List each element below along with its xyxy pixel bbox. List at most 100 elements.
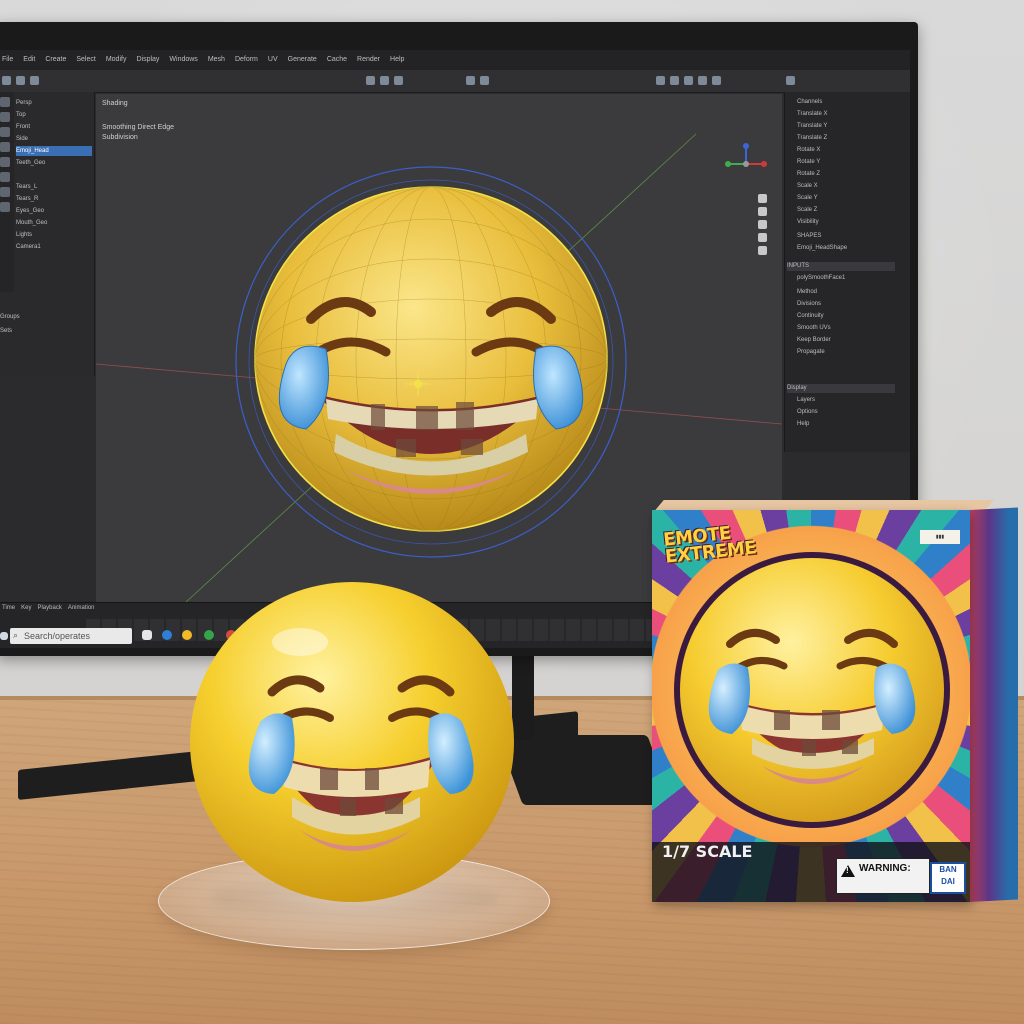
- outliner-item[interactable]: Tears_R: [16, 194, 92, 204]
- layer-tab[interactable]: Help: [797, 420, 905, 429]
- menu-display[interactable]: Display: [136, 56, 159, 63]
- snap-grid-icon[interactable]: [366, 76, 375, 85]
- viewport-side-tools: [758, 194, 768, 259]
- channel-row[interactable]: Scale Y: [797, 194, 905, 203]
- outliner-item[interactable]: Persp: [16, 98, 92, 108]
- outliner-panel: Persp Top Front Side Emoji_Head Teeth_Ge…: [0, 92, 95, 376]
- menu-deform[interactable]: Deform: [235, 56, 258, 63]
- channel-row[interactable]: Emoji_HeadShape: [797, 244, 905, 253]
- zoom-icon[interactable]: [758, 207, 767, 216]
- menu-select[interactable]: Select: [76, 56, 95, 63]
- box-scale-label: 1/7 SCALE: [662, 842, 753, 861]
- channel-row[interactable]: Propagate: [797, 348, 905, 357]
- select-icon[interactable]: [0, 97, 10, 107]
- app-toolbar: [0, 70, 910, 93]
- camera-icon[interactable]: [656, 76, 665, 85]
- menu-file[interactable]: File: [2, 56, 13, 63]
- select-tool-icon[interactable]: [2, 76, 11, 85]
- snap-point-icon[interactable]: [394, 76, 403, 85]
- search-icon: ⌕: [13, 630, 19, 640]
- layer-tab[interactable]: Layers: [797, 396, 905, 405]
- timeline-labels: Time Key Playback Animation: [2, 605, 95, 611]
- box-side-face: [970, 507, 1018, 902]
- menu-render[interactable]: Render: [357, 56, 380, 63]
- channel-row[interactable]: Smooth UVs: [797, 324, 905, 333]
- browser-icon[interactable]: [162, 630, 172, 640]
- windows-logo-icon[interactable]: [0, 632, 8, 640]
- taskbar-search-input[interactable]: ⌕ Search/operates: [10, 628, 132, 644]
- outliner-item[interactable]: Teeth_Geo: [16, 158, 92, 168]
- layer-tab[interactable]: Display: [787, 384, 895, 393]
- move-tool-icon[interactable]: [16, 76, 25, 85]
- channel-row[interactable]: polySmoothFace1: [797, 274, 905, 283]
- outliner-item[interactable]: Sets: [0, 326, 76, 336]
- attribute-editor-panel: Channels Translate X Translate Y Transla…: [784, 92, 910, 452]
- outliner-item-selected[interactable]: Emoji_Head: [16, 146, 92, 156]
- app-menubar: File Edit Create Select Modify Display W…: [0, 50, 910, 70]
- menu-help[interactable]: Help: [390, 56, 404, 63]
- channel-row[interactable]: Translate X: [797, 110, 905, 119]
- menu-windows[interactable]: Windows: [169, 56, 197, 63]
- channel-row[interactable]: Rotate Z: [797, 170, 905, 179]
- outliner-item[interactable]: Top: [16, 110, 92, 120]
- menu-edit[interactable]: Edit: [23, 56, 35, 63]
- scale-icon[interactable]: [0, 172, 10, 182]
- rotate-icon[interactable]: [0, 157, 10, 167]
- outliner-item[interactable]: Side: [16, 134, 92, 144]
- pan-icon[interactable]: [758, 220, 767, 229]
- panel-layout-icon[interactable]: [786, 76, 795, 85]
- channel-row[interactable]: Scale X: [797, 182, 905, 191]
- lasso-icon[interactable]: [0, 112, 10, 122]
- box-corner-tag: ▮▮▮: [920, 530, 960, 544]
- channel-row[interactable]: Visibility: [797, 218, 905, 227]
- channel-section: SHAPES: [797, 233, 822, 239]
- outliner-item[interactable]: Eyes_Geo: [16, 206, 92, 216]
- outliner-item[interactable]: Mouth_Geo: [16, 218, 92, 228]
- channel-row[interactable]: Keep Border: [797, 336, 905, 345]
- render-icon[interactable]: [466, 76, 475, 85]
- menu-uv[interactable]: UV: [268, 56, 278, 63]
- orbit-icon[interactable]: [758, 233, 767, 242]
- menu-modify[interactable]: Modify: [106, 56, 127, 63]
- channel-row[interactable]: Translate Y: [797, 122, 905, 131]
- outliner-item[interactable]: Front: [16, 122, 92, 132]
- shaded-icon[interactable]: [684, 76, 693, 85]
- channel-section: INPUTS: [787, 262, 895, 271]
- outliner-item[interactable]: Groups: [0, 312, 76, 322]
- sculpt-icon[interactable]: [0, 187, 10, 197]
- paint-icon[interactable]: [0, 127, 10, 137]
- wireframe-icon[interactable]: [670, 76, 679, 85]
- box-emoji-art: [674, 552, 950, 828]
- outliner-item[interactable]: Camera1: [16, 242, 92, 252]
- channel-row[interactable]: Rotate X: [797, 146, 905, 155]
- emoji-figure: [190, 582, 514, 902]
- menu-cache[interactable]: Cache: [327, 56, 347, 63]
- timeline-label: Time: [2, 605, 16, 611]
- outliner-item[interactable]: Lights: [16, 230, 92, 240]
- frame-icon[interactable]: [758, 246, 767, 255]
- channel-row[interactable]: Continuity: [797, 312, 905, 321]
- warning-icon: [841, 865, 855, 877]
- channel-row[interactable]: Scale Z: [797, 206, 905, 215]
- box-maker-logo: BAN DAI: [930, 862, 966, 894]
- menu-create[interactable]: Create: [45, 56, 66, 63]
- menu-generate[interactable]: Generate: [288, 56, 317, 63]
- channel-row[interactable]: Translate Z: [797, 134, 905, 143]
- grab-icon[interactable]: [758, 194, 767, 203]
- rotate-tool-icon[interactable]: [30, 76, 39, 85]
- outliner-item[interactable]: Tears_L: [16, 182, 92, 192]
- channel-row[interactable]: Rotate Y: [797, 158, 905, 167]
- snap-curve-icon[interactable]: [380, 76, 389, 85]
- last-tool-icon[interactable]: [0, 202, 10, 212]
- textured-icon[interactable]: [698, 76, 707, 85]
- channel-row[interactable]: Method: [797, 288, 905, 297]
- lights-icon[interactable]: [712, 76, 721, 85]
- menu-mesh[interactable]: Mesh: [208, 56, 225, 63]
- channel-row[interactable]: Divisions: [797, 300, 905, 309]
- timeline-label: Key: [21, 605, 32, 611]
- task-view-icon[interactable]: [142, 630, 152, 640]
- move-icon[interactable]: [0, 142, 10, 152]
- layer-tab[interactable]: Options: [797, 408, 905, 417]
- axis-gizmo-icon: [725, 143, 767, 167]
- ipr-render-icon[interactable]: [480, 76, 489, 85]
